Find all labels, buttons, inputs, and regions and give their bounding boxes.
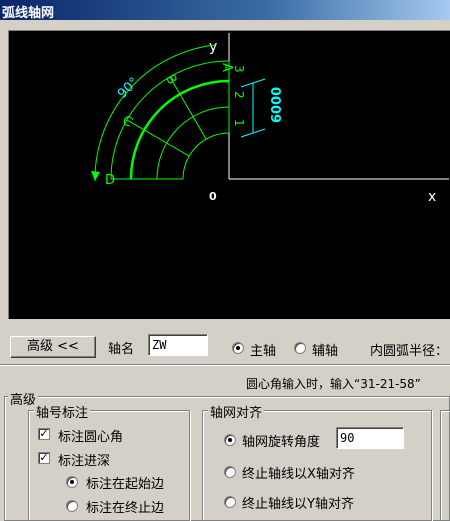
- numbering-group-title: 轴号标注: [34, 402, 91, 421]
- aux-axis-radio[interactable]: [294, 342, 306, 354]
- arc-inner: [182, 132, 230, 180]
- origin-label: 0: [209, 190, 217, 203]
- align-x-radio[interactable]: [224, 466, 236, 478]
- align-y-label: 终止轴线以Y轴对齐: [242, 497, 354, 512]
- dimension-label: 6000: [270, 87, 285, 123]
- main-axis-label: 主轴: [250, 344, 277, 359]
- angle-label: 90°: [115, 75, 142, 102]
- angle-input-hint: 圆心角输入时，输入“31-21-58”: [246, 377, 421, 391]
- at-start-radio[interactable]: [66, 476, 78, 488]
- axis-label-b: B: [162, 72, 179, 87]
- axis-name-label: 轴名: [108, 342, 135, 357]
- axis-name-input[interactable]: ZW: [148, 334, 208, 356]
- radial-label-3: 3: [232, 65, 246, 73]
- depth-label: 标注进深: [58, 454, 111, 469]
- main-axis-radio[interactable]: [232, 342, 244, 354]
- y-axis-label: y: [209, 39, 217, 55]
- radial-label-1: 1: [232, 119, 246, 127]
- axis-label-d: D: [105, 173, 115, 188]
- advanced-toggle-button[interactable]: 高级 <<: [10, 336, 96, 358]
- right-group-edge: [440, 410, 450, 521]
- rotation-label: 轴网旋转角度: [242, 435, 321, 450]
- align-group-title: 轴网对齐: [208, 402, 265, 421]
- at-start-label: 标注在起始边: [86, 477, 165, 492]
- center-angle-label: 标注圆心角: [58, 430, 124, 445]
- title-bar: 弧线轴网: [0, 0, 450, 21]
- rotation-radio[interactable]: [224, 434, 236, 446]
- aux-axis-label: 辅轴: [312, 344, 339, 359]
- x-axis-label: x: [428, 189, 436, 205]
- preview-canvas: y x 0 90° A B C D 1 2 3 6000: [91, 33, 449, 205]
- align-x-label: 终止轴线以X轴对齐: [242, 467, 355, 482]
- align-y-radio[interactable]: [224, 496, 236, 508]
- center-angle-checkbox[interactable]: ✓: [38, 428, 50, 440]
- depth-checkbox[interactable]: ✓: [38, 452, 50, 464]
- arc-middle: [156, 106, 230, 180]
- angle-arrow-icon: [91, 171, 100, 181]
- rotation-angle-input[interactable]: 90: [336, 427, 404, 449]
- radial-label-2: 2: [232, 91, 246, 99]
- axis-label-c: C: [120, 113, 135, 131]
- window-title: 弧线轴网: [2, 6, 55, 21]
- at-end-radio[interactable]: [66, 500, 78, 512]
- at-end-label: 标注在终止边: [86, 501, 165, 516]
- inner-radius-label: 内圆弧半径：: [370, 344, 449, 359]
- axis-grid-preview: y x 0 90° A B C D 1 2 3 6000: [8, 30, 450, 319]
- axis-label-a: A: [219, 63, 234, 72]
- separator: [0, 364, 450, 366]
